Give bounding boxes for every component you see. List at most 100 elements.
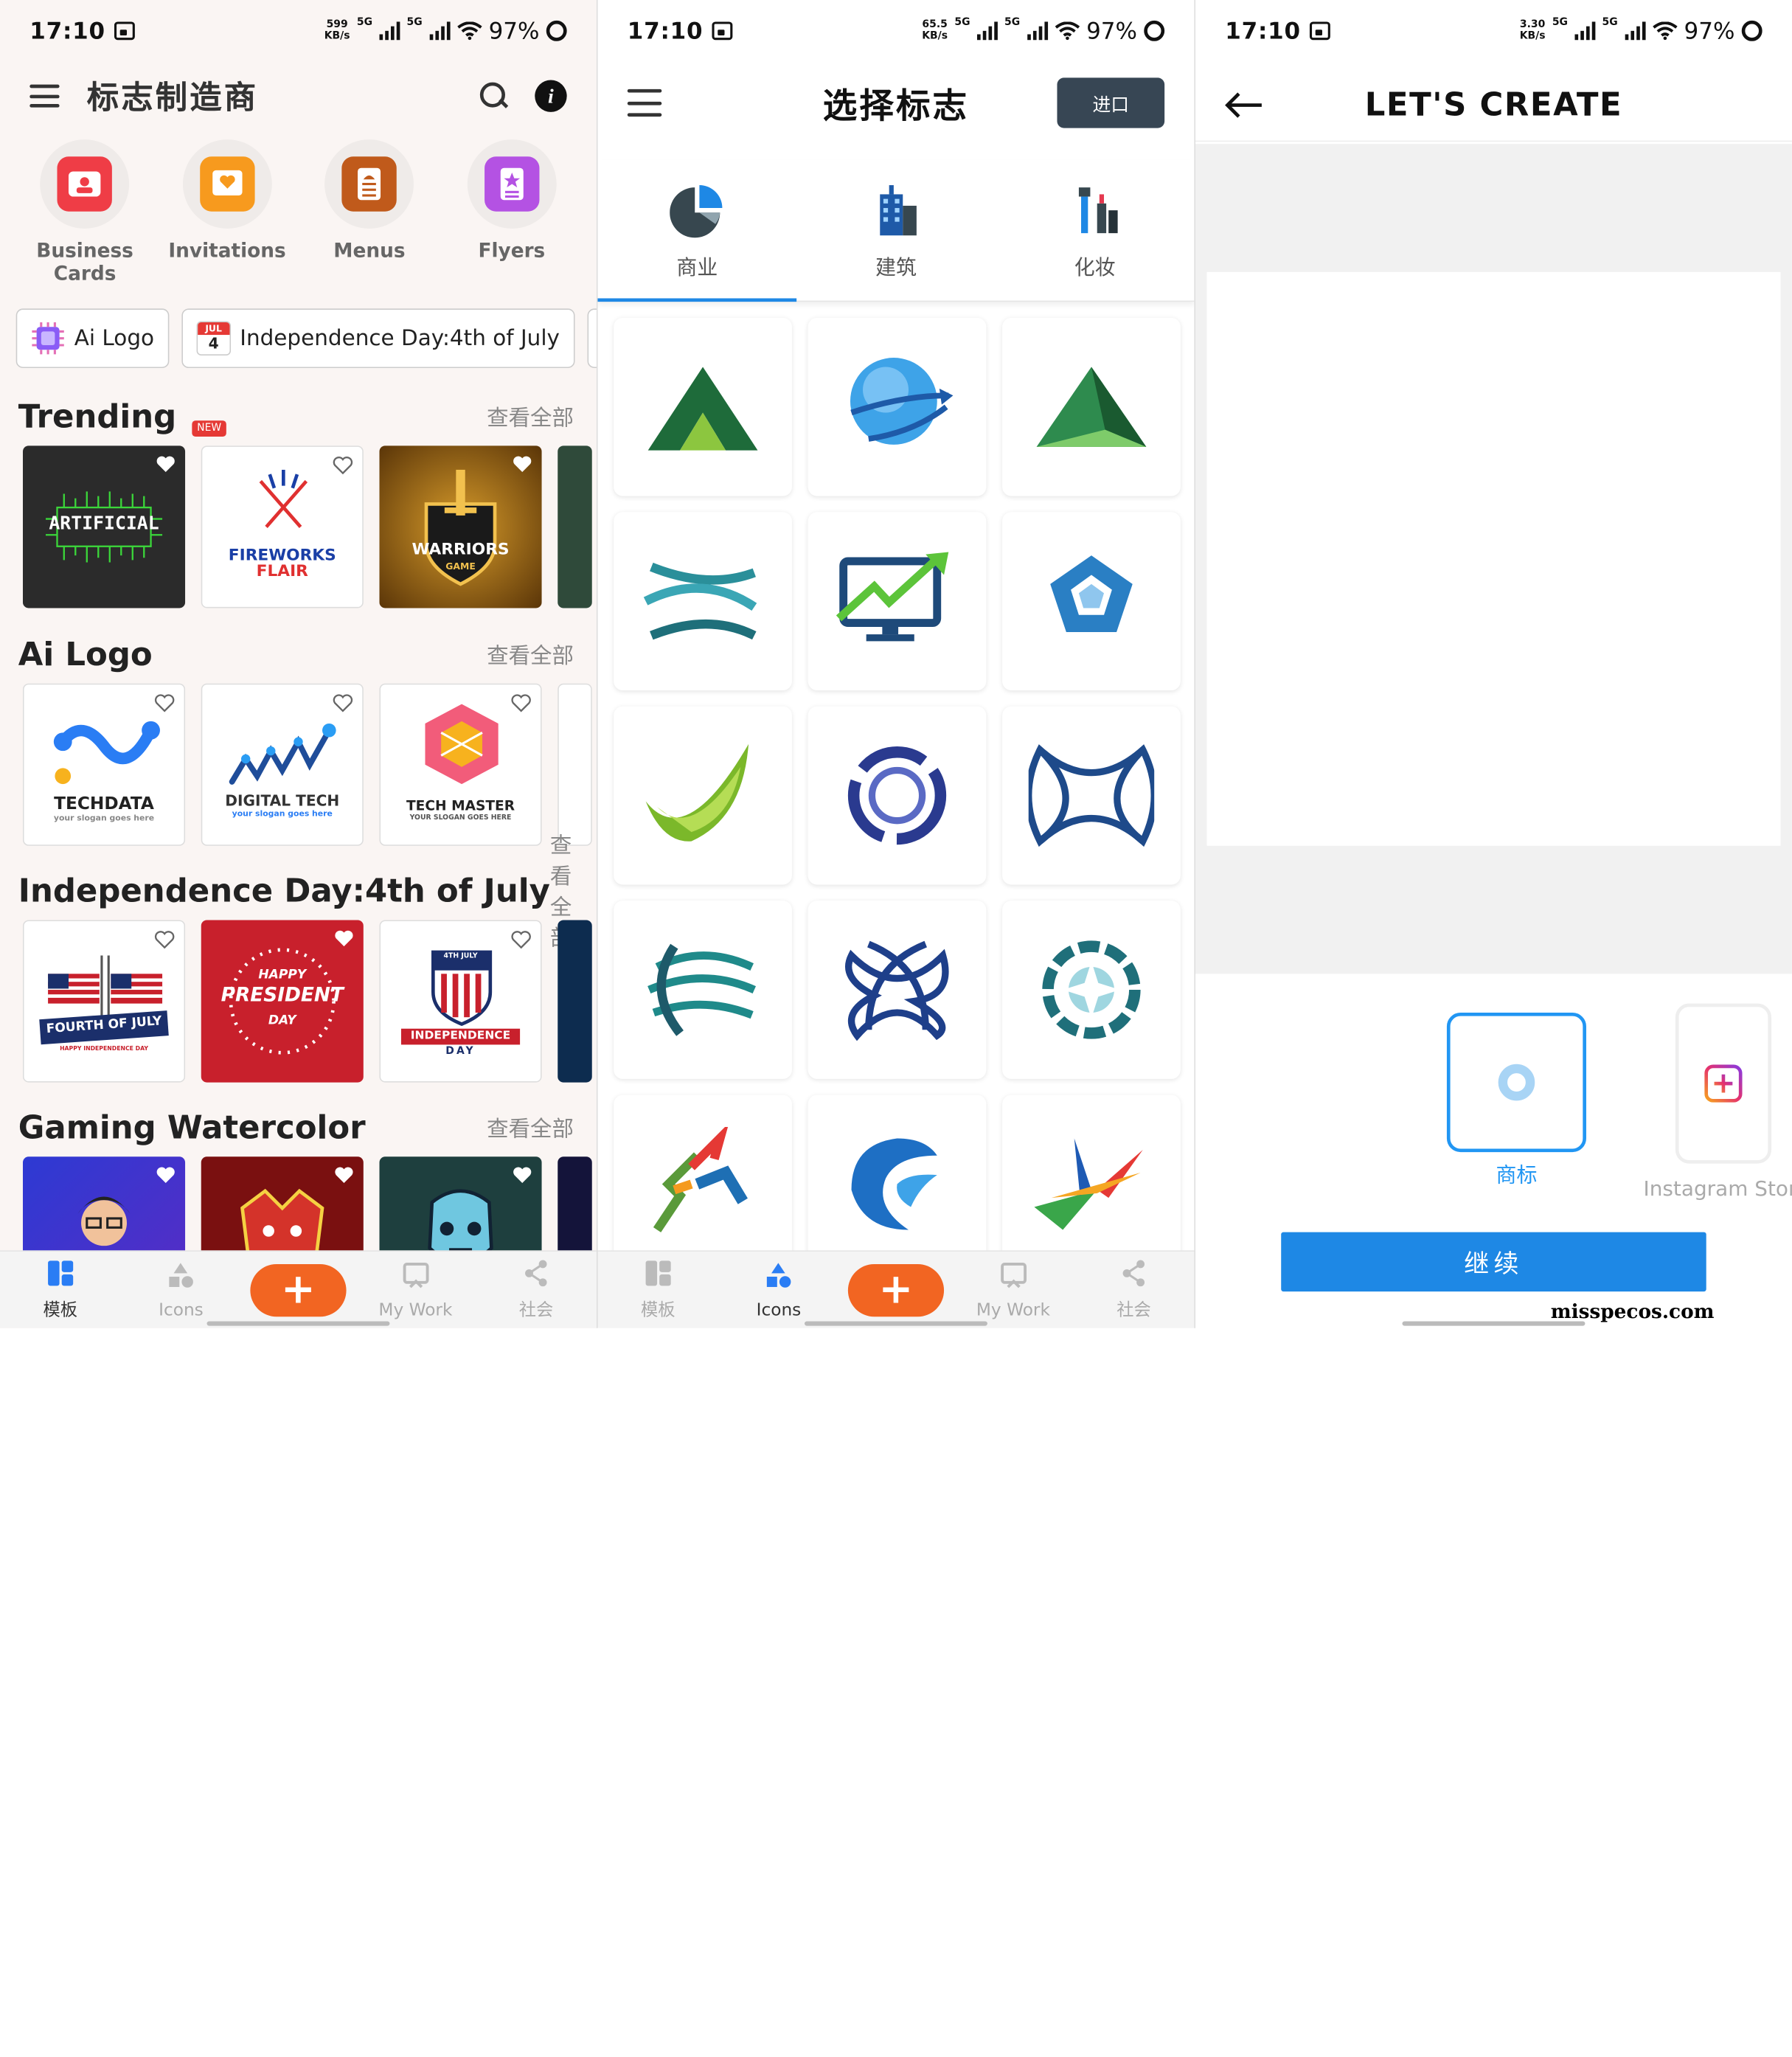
bottom-nav: 模板 Icons + My Work 社会 — [0, 1250, 597, 1328]
see-all-link[interactable]: 查看全部 — [487, 400, 574, 431]
chip-partial[interactable] — [587, 308, 597, 369]
heart-icon[interactable] — [512, 1166, 532, 1184]
logo-mountain[interactable] — [614, 317, 792, 496]
tab-my-work[interactable]: My Work — [364, 1260, 467, 1320]
logo-pyramid[interactable] — [1002, 317, 1181, 496]
template-thumb[interactable]: ARTIFICIAL — [22, 445, 186, 608]
tab-business[interactable]: 商业 — [597, 160, 797, 302]
app-title: 标志制造商 — [86, 78, 259, 117]
chip-ai-logo[interactable]: Ai Logo — [15, 308, 170, 369]
watermark: misspecos.com — [1550, 1300, 1715, 1324]
import-button[interactable]: 进口 — [1057, 77, 1165, 128]
template-thumb[interactable]: HAPPY PRESIDENT DAY — [201, 920, 364, 1083]
tab-social[interactable]: 社会 — [485, 1258, 587, 1321]
heart-icon[interactable] — [333, 694, 353, 712]
speed-value: 3.30 — [1519, 19, 1546, 31]
template-thumb[interactable]: 4TH JULY INDEPENDENCE DAY — [379, 920, 542, 1083]
logo-green-swoosh[interactable] — [614, 706, 792, 885]
home-screen: 17:10 599 KB/s 5G 5G 97% 标志制造商 i Business… — [0, 0, 597, 1328]
create-screen: 17:10 3.30 KB/s 5G 5G 97% LET'S CREATE 商标 — [1195, 0, 1792, 1328]
template-thumb-partial[interactable] — [558, 920, 592, 1083]
logo-ribbon-swirl[interactable] — [614, 512, 792, 691]
heart-icon[interactable] — [156, 1166, 176, 1184]
option-instagram-story[interactable]: Instagram Story — [1643, 1003, 1792, 1201]
see-all-link[interactable]: 查看全部 — [487, 1111, 574, 1142]
heart-icon[interactable] — [511, 930, 532, 949]
template-thumb[interactable]: DIGITAL TECH your slogan goes here — [201, 683, 364, 846]
tab-label: 社会 — [518, 1300, 554, 1320]
logo-knot-loops[interactable] — [808, 901, 987, 1079]
search-icon[interactable] — [479, 82, 507, 110]
tab-templates[interactable]: 模板 — [9, 1258, 111, 1321]
thumb-text: INDEPENDENCE — [410, 1030, 511, 1043]
template-thumb-partial[interactable] — [558, 445, 592, 608]
heart-icon[interactable] — [156, 455, 176, 474]
template-thumb[interactable]: TECHDATA your slogan goes here — [22, 683, 186, 846]
heart-icon[interactable] — [512, 455, 532, 474]
template-thumb[interactable]: TECH MASTER YOUR SLOGAN GOES HERE — [379, 683, 542, 846]
logo-monitor-growth[interactable] — [808, 512, 987, 691]
design-canvas[interactable] — [1206, 271, 1781, 846]
option-label: Instagram Story — [1643, 1177, 1791, 1201]
logo-star-ring[interactable] — [1002, 901, 1181, 1079]
back-arrow-icon[interactable] — [1223, 91, 1264, 118]
logo-infinity-knot[interactable] — [1002, 706, 1181, 885]
heart-icon[interactable] — [333, 456, 353, 475]
signal-icon — [1574, 21, 1596, 41]
chip-row: Ai Logo JUL 4 Independence Day:4th of Ju… — [15, 308, 597, 369]
category-menus[interactable]: Menus — [307, 139, 432, 285]
tab-architecture[interactable]: 建筑 — [796, 160, 996, 301]
template-thumb[interactable]: FOURTH OF JULY HAPPY INDEPENDENCE DAY — [22, 920, 186, 1083]
heart-icon[interactable] — [154, 930, 175, 949]
signal-icon — [379, 21, 400, 41]
heart-icon[interactable] — [334, 1166, 355, 1184]
category-flyers[interactable]: Flyers — [449, 139, 574, 285]
category-label: Menus — [333, 240, 406, 263]
logo-ring-swirl[interactable] — [808, 706, 987, 885]
logo-star-burst[interactable] — [1002, 1095, 1181, 1274]
tab-label: My Work — [378, 1299, 453, 1320]
logo-globe-arrows[interactable] — [808, 317, 987, 496]
app-header: 标志制造商 i — [0, 69, 597, 123]
template-thumb[interactable]: WARRIORS GAME — [379, 445, 542, 608]
tab-cosmetics[interactable]: 化妆 — [996, 160, 1195, 301]
category-label: Business Cards — [36, 240, 133, 286]
tab-icons[interactable]: Icons — [727, 1260, 830, 1319]
option-logo[interactable]: 商标 — [1446, 1013, 1586, 1189]
see-all-link[interactable]: 查看全部 — [487, 639, 574, 670]
create-fab[interactable]: + — [250, 1263, 347, 1317]
tab-icons[interactable]: Icons — [130, 1260, 232, 1319]
tab-templates[interactable]: 模板 — [607, 1258, 709, 1321]
tab-label: 社会 — [1116, 1300, 1151, 1320]
net-type-2: 5G — [1004, 17, 1021, 29]
logo-pentagon[interactable] — [1002, 512, 1181, 691]
tab-my-work[interactable]: My Work — [962, 1260, 1064, 1319]
gallery-icon — [114, 21, 136, 41]
share-icon — [525, 1260, 547, 1287]
category-business-cards[interactable]: Business Cards — [22, 139, 147, 285]
category-invitations[interactable]: Invitations — [164, 139, 290, 285]
continue-button[interactable]: 继续 — [1281, 1232, 1706, 1292]
logo-globe-stripes[interactable] — [614, 901, 792, 1079]
speed-unit: KB/s — [1519, 30, 1546, 43]
logo-zigzag[interactable] — [614, 1095, 792, 1274]
menu-icon[interactable] — [29, 84, 60, 108]
logo-wave-circle[interactable] — [808, 1095, 987, 1274]
battery-icon — [1741, 20, 1763, 41]
signal-icon-2 — [1027, 21, 1048, 41]
section-independence-day: Independence Day:4th of July 查看全部 FOURTH… — [0, 833, 597, 1084]
thumb-subtext: YOUR SLOGAN GOES HERE — [409, 814, 512, 822]
menu-icon[interactable] — [627, 89, 662, 117]
template-thumb-partial[interactable] — [558, 683, 592, 846]
create-fab[interactable]: + — [847, 1263, 945, 1317]
chip-independence-day[interactable]: JUL 4 Independence Day:4th of July — [181, 308, 575, 369]
heart-icon[interactable] — [511, 694, 532, 712]
speed-unit: KB/s — [922, 30, 948, 43]
tab-social[interactable]: 社会 — [1083, 1258, 1185, 1321]
speed-value: 65.5 — [922, 19, 948, 31]
gallery-icon — [1310, 21, 1331, 41]
info-icon[interactable]: i — [535, 80, 567, 112]
chip-label: Ai Logo — [74, 325, 155, 351]
thumb-subtext: your slogan goes here — [232, 809, 333, 819]
template-thumb[interactable]: FIREWORKS FLAIR — [201, 445, 364, 608]
